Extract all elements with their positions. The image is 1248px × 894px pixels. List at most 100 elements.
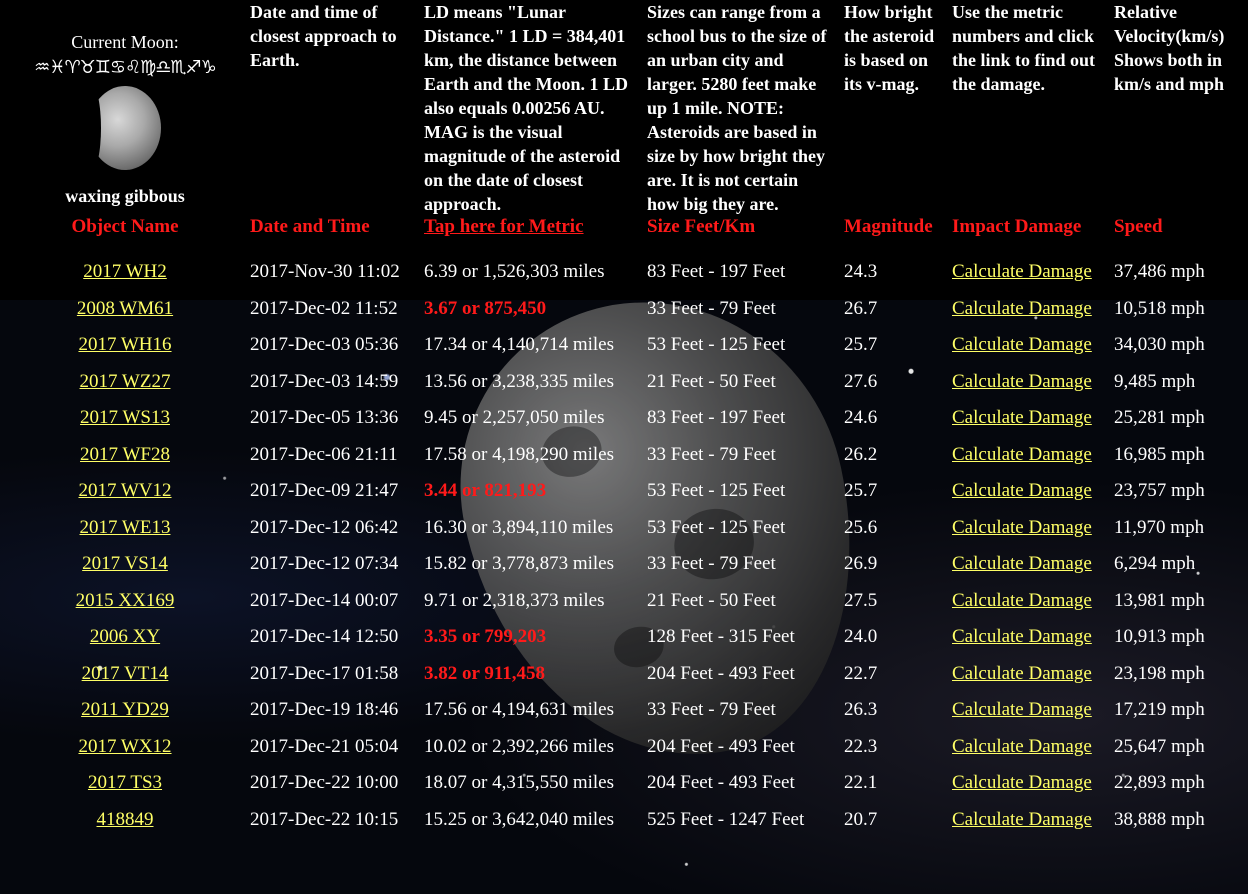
date-cell: 2017-Dec-03 05:36	[250, 334, 399, 355]
calculate-damage-link[interactable]: Calculate Damage	[952, 772, 1092, 793]
object-name-link[interactable]: 2017 WE13	[80, 517, 171, 538]
speed-cell: 25,281 mph	[1114, 407, 1205, 428]
calculate-damage-link[interactable]: Calculate Damage	[952, 517, 1092, 538]
object-name-link[interactable]: 2017 WF28	[80, 444, 170, 465]
calculate-damage-link[interactable]: Calculate Damage	[952, 590, 1092, 611]
header-notes-row: Current Moon: ♒♓♈♉♊♋♌♍♎♏♐♑ waxing gibbou…	[0, 0, 1248, 216]
object-name-link[interactable]: 2017 WH2	[83, 261, 167, 282]
size-cell: 83 Feet - 197 Feet	[647, 407, 786, 428]
date-cell: 2017-Dec-17 01:58	[250, 662, 399, 684]
col-magnitude: Magnitude	[844, 216, 933, 237]
distance-cell: 15.82 or 3,778,873 miles	[424, 546, 647, 583]
damage-cell: Calculate Damage	[952, 619, 1114, 656]
object-name-link[interactable]: 2017 VS14	[82, 553, 168, 574]
date-cell: 2017-Dec-19 18:46	[250, 699, 399, 720]
distance-value: 3.44 or 821,193	[424, 480, 547, 501]
distance-value: 15.82 or 3,778,873 miles	[424, 553, 614, 574]
speed-cell: 17,219 mph	[1114, 699, 1205, 720]
object-name-cell: 2017 TS3	[0, 765, 250, 802]
date-cell: 2017-Dec-14 12:50	[250, 626, 399, 647]
speed-cell: 6,294 mph	[1114, 553, 1196, 574]
distance-value: 18.07 or 4,315,550 miles	[424, 772, 614, 793]
distance-cell: 17.56 or 4,194,631 miles	[424, 692, 647, 729]
size-cell: 21 Feet - 50 Feet	[647, 589, 776, 611]
size-cell: 33 Feet - 79 Feet	[647, 699, 776, 720]
calculate-damage-link[interactable]: Calculate Damage	[952, 261, 1092, 282]
object-name-cell: 2017 WX12	[0, 729, 250, 766]
col-speed: Speed	[1114, 216, 1163, 237]
date-cell: 2017-Nov-30 11:02	[250, 261, 400, 282]
object-name-link[interactable]: 2006 XY	[90, 626, 160, 647]
distance-cell: 17.34 or 4,140,714 miles	[424, 327, 647, 364]
calculate-damage-link[interactable]: Calculate Damage	[952, 371, 1092, 392]
date-cell: 2017-Dec-02 11:52	[250, 297, 398, 319]
object-name-link[interactable]: 2011 YD29	[81, 699, 169, 720]
distance-cell: 9.71 or 2,318,373 miles	[424, 583, 647, 620]
table-row: 2017 TS3 2017-Dec-22 10:00 18.07 or 4,315,…	[0, 765, 1248, 802]
distance-cell: 3.67 or 875,450	[424, 291, 647, 328]
table-row: 2017 VS14 2017-Dec-12 07:34 15.82 or 3,778…	[0, 546, 1248, 583]
calculate-damage-link[interactable]: Calculate Damage	[952, 298, 1092, 319]
object-name-link[interactable]: 2017 WS13	[80, 407, 170, 428]
object-name-link[interactable]: 2015 XX169	[76, 590, 175, 611]
distance-value: 9.71 or 2,318,373 miles	[424, 589, 605, 611]
distance-value: 3.67 or 875,450	[424, 297, 547, 319]
size-cell: 53 Feet - 125 Feet	[647, 334, 786, 355]
size-cell: 33 Feet - 79 Feet	[647, 443, 776, 465]
size-note: Sizes can range from a school bus to the…	[647, 2, 827, 214]
magnitude-note: How bright the asteroid is based on its …	[844, 2, 935, 94]
metric-toggle-link[interactable]: Tap here for Metric	[424, 216, 584, 237]
distance-cell: 3.44 or 821,193	[424, 473, 647, 510]
calculate-damage-link[interactable]: Calculate Damage	[952, 407, 1092, 428]
distance-value: 17.34 or 4,140,714 miles	[424, 334, 614, 355]
distance-cell: 17.58 or 4,198,290 miles	[424, 437, 647, 474]
magnitude-cell: 22.1	[844, 772, 878, 793]
size-cell: 204 Feet - 493 Feet	[647, 772, 795, 793]
distance-cell: 6.39 or 1,526,303 miles	[424, 254, 647, 291]
table-row: 2017 WV12 2017-Dec-09 21:47 3.44 or 821,19…	[0, 473, 1248, 510]
object-name-cell: 2017 WE13	[0, 510, 250, 547]
object-name-link[interactable]: 2008 WM61	[77, 298, 173, 319]
speed-cell: 10,913 mph	[1114, 626, 1205, 647]
table-row: 2017 WH2 2017-Nov-30 11:02 6.39 or 1,526,3…	[0, 254, 1248, 291]
calculate-damage-link[interactable]: Calculate Damage	[952, 444, 1092, 465]
table-row: 2017 VT14 2017-Dec-17 01:58 3.82 or 911,45…	[0, 656, 1248, 693]
distance-cell: 13.56 or 3,238,335 miles	[424, 364, 647, 401]
calculate-damage-link[interactable]: Calculate Damage	[952, 809, 1092, 830]
object-name-link[interactable]: 2017 WH16	[78, 334, 171, 355]
speed-cell: 23,757 mph	[1114, 480, 1205, 501]
date-cell: 2017-Dec-03 14:59	[250, 370, 399, 392]
object-name-link[interactable]: 2017 WX12	[78, 736, 171, 757]
calculate-damage-link[interactable]: Calculate Damage	[952, 736, 1092, 757]
column-header-row: Object Name Date and Time Tap here for M…	[0, 216, 1248, 254]
date-cell: 2017-Dec-06 21:11	[250, 443, 398, 465]
object-name-cell: 2017 WV12	[0, 473, 250, 510]
table-row: 2017 WH16 2017-Dec-03 05:36 17.34 or 4,140…	[0, 327, 1248, 364]
calculate-damage-link[interactable]: Calculate Damage	[952, 334, 1092, 355]
object-name-link[interactable]: 2017 VT14	[82, 663, 169, 684]
object-name-link[interactable]: 2017 TS3	[88, 772, 162, 793]
distance-value: 3.82 or 911,458	[424, 662, 546, 684]
calculate-damage-link[interactable]: Calculate Damage	[952, 663, 1092, 684]
calculate-damage-link[interactable]: Calculate Damage	[952, 699, 1092, 720]
calculate-damage-link[interactable]: Calculate Damage	[952, 480, 1092, 501]
speed-note: Relative Velocity(km/s) Shows both in km…	[1114, 2, 1225, 94]
table-row: 2017 WS13 2017-Dec-05 13:36 9.45 or 2,257,…	[0, 400, 1248, 437]
distance-cell: 3.82 or 911,458	[424, 656, 647, 693]
date-cell: 2017-Dec-12 06:42	[250, 516, 399, 538]
calculate-damage-link[interactable]: Calculate Damage	[952, 626, 1092, 647]
object-name-cell: 2017 VT14	[0, 656, 250, 693]
damage-cell: Calculate Damage	[952, 327, 1114, 364]
calculate-damage-link[interactable]: Calculate Damage	[952, 553, 1092, 574]
damage-cell: Calculate Damage	[952, 692, 1114, 729]
damage-cell: Calculate Damage	[952, 765, 1114, 802]
object-name-link[interactable]: 418849	[97, 809, 154, 830]
asteroid-rows: 2017 WH2 2017-Nov-30 11:02 6.39 or 1,526,3…	[0, 254, 1248, 838]
date-cell: 2017-Dec-09 21:47	[250, 480, 399, 501]
distance-cell: 3.35 or 799,203	[424, 619, 647, 656]
object-name-link[interactable]: 2017 WZ27	[80, 371, 171, 392]
object-name-cell: 418849	[0, 802, 250, 839]
distance-value: 17.56 or 4,194,631 miles	[424, 699, 614, 720]
moon-phase: waxing gibbous	[65, 186, 185, 206]
object-name-link[interactable]: 2017 WV12	[78, 480, 171, 501]
